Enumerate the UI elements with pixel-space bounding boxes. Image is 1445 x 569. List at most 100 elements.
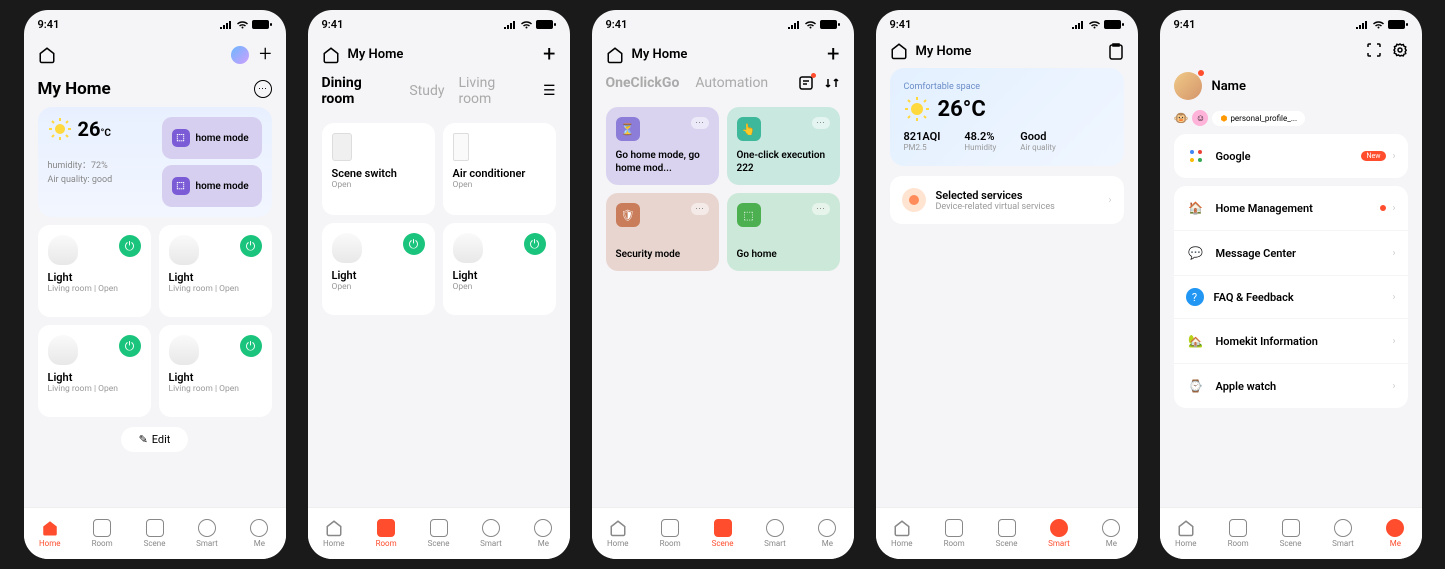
humidity-label: humidity： <box>48 161 91 171</box>
header-title: My Home <box>632 47 688 62</box>
me-icon <box>1386 519 1404 537</box>
temp-value: 26°C <box>938 97 986 122</box>
metric-label: PM2.5 <box>904 143 941 152</box>
power-button[interactable]: ⏻ <box>524 233 546 255</box>
power-button[interactable]: ⏻ <box>403 233 425 255</box>
tab-home[interactable]: Home <box>24 508 76 559</box>
device-card[interactable]: ⏻LightOpen <box>322 223 435 315</box>
device-card[interactable]: Scene switchOpen <box>322 123 435 215</box>
tab-scene[interactable]: Scene <box>980 508 1032 559</box>
scene-tab[interactable]: Automation <box>695 75 768 91</box>
tab-room[interactable]: Room <box>644 508 696 559</box>
device-card[interactable]: ⏻LightLiving room | Open <box>38 325 151 417</box>
new-badge: New <box>1361 151 1387 161</box>
log-icon[interactable] <box>798 75 814 91</box>
power-button[interactable]: ⏻ <box>240 235 262 257</box>
home-icon[interactable] <box>890 42 908 60</box>
light-icon <box>332 233 362 263</box>
scene-icon: 👆 <box>737 117 761 141</box>
scene-card[interactable]: ⬚⋯Go home <box>727 193 840 271</box>
tab-home[interactable]: Home <box>1160 508 1212 559</box>
tab-home[interactable]: Home <box>592 508 644 559</box>
clipboard-icon[interactable] <box>1108 42 1124 60</box>
tab-room[interactable]: Room <box>928 508 980 559</box>
add-icon[interactable]: + <box>259 42 271 67</box>
signal-icon <box>1071 20 1085 29</box>
emoji-icon[interactable]: 🐵 <box>1174 111 1189 125</box>
menu-icon[interactable]: ☰ <box>543 83 556 99</box>
google-card[interactable]: Google New› <box>1174 134 1408 178</box>
tab-smart[interactable]: Smart <box>465 508 517 559</box>
tab-smart[interactable]: Smart <box>181 508 233 559</box>
power-button[interactable]: ⏻ <box>240 335 262 357</box>
add-icon[interactable]: + <box>543 42 555 67</box>
temp-value: 26 <box>78 117 101 141</box>
tab-scene[interactable]: Scene <box>128 508 180 559</box>
scene-card[interactable]: 🛡⋯Security mode <box>606 193 719 271</box>
weather-card[interactable]: 26°C humidity：72% Air quality: good ⬚hom… <box>38 107 272 217</box>
device-name: Light <box>453 269 546 282</box>
tab-me[interactable]: Me <box>233 508 285 559</box>
device-card[interactable]: ⏻LightLiving room | Open <box>159 325 272 417</box>
tab-me[interactable]: Me <box>1369 508 1421 559</box>
scan-icon[interactable] <box>1366 42 1382 58</box>
tab-smart[interactable]: Smart <box>1033 508 1085 559</box>
power-button[interactable]: ⏻ <box>119 235 141 257</box>
scene-card[interactable]: ⏳⋯Go home mode, go home mod... <box>606 107 719 185</box>
status-time: 9:41 <box>1174 18 1196 31</box>
edit-button[interactable]: ✎Edit <box>121 427 189 452</box>
status-icons <box>1355 20 1408 29</box>
device-card[interactable]: ⏻LightOpen <box>443 223 556 315</box>
home-icon[interactable] <box>606 46 624 64</box>
assistant-icon[interactable] <box>231 46 249 64</box>
more-icon[interactable]: ⋯ <box>691 117 709 129</box>
user-section[interactable]: Name <box>1160 66 1422 110</box>
tab-smart[interactable]: Smart <box>1317 508 1369 559</box>
device-card[interactable]: ⏻LightLiving room | Open <box>159 225 272 317</box>
menu-item-faq[interactable]: ?FAQ & Feedback› <box>1174 275 1408 318</box>
tab-room[interactable]: Room <box>76 508 128 559</box>
status-icons <box>219 20 272 29</box>
service-card[interactable]: Selected services Device-related virtual… <box>890 176 1124 224</box>
tab-room[interactable]: Room <box>1212 508 1264 559</box>
tab-smart[interactable]: Smart <box>749 508 801 559</box>
home-icon[interactable] <box>322 46 340 64</box>
add-icon[interactable]: + <box>827 42 839 67</box>
mode-card-1[interactable]: ⬚home mode <box>162 117 262 159</box>
profile-chip[interactable]: ⬢personal_profile_... <box>1212 111 1305 126</box>
room-tab[interactable]: Study <box>409 83 444 99</box>
weather-card[interactable]: Comfortable space 26°C 821AQIPM2.5 48.2%… <box>890 68 1124 166</box>
scene-card[interactable]: 👆⋯One-click execution 222 <box>727 107 840 185</box>
tab-scene[interactable]: Scene <box>696 508 748 559</box>
more-icon[interactable]: ⋯ <box>812 203 830 215</box>
tab-home[interactable]: Home <box>876 508 928 559</box>
settings-icon[interactable] <box>1392 42 1408 58</box>
more-icon[interactable]: ⋯ <box>254 80 272 98</box>
more-icon[interactable]: ⋯ <box>691 203 709 215</box>
tab-me[interactable]: Me <box>517 508 569 559</box>
sort-icon[interactable] <box>824 75 840 91</box>
tab-home[interactable]: Home <box>308 508 360 559</box>
menu-item-homekit[interactable]: 🏡Homekit Information› <box>1174 318 1408 363</box>
tab-scene[interactable]: Scene <box>412 508 464 559</box>
power-button[interactable]: ⏻ <box>119 335 141 357</box>
smart-icon <box>198 519 216 537</box>
device-card[interactable]: ⏻LightLiving room | Open <box>38 225 151 317</box>
device-card[interactable]: Air conditionerOpen <box>443 123 556 215</box>
user-name: Name <box>1212 79 1246 94</box>
home-icon[interactable] <box>38 46 56 64</box>
scene-tab-active[interactable]: OneClickGo <box>606 75 680 91</box>
emoji-icon[interactable]: ☺ <box>1192 110 1208 126</box>
tab-me[interactable]: Me <box>801 508 853 559</box>
room-tab-active[interactable]: Dining room <box>322 75 396 107</box>
tab-scene[interactable]: Scene <box>1264 508 1316 559</box>
menu-item-home-management[interactable]: 🏠Home Management› <box>1174 186 1408 230</box>
tab-me[interactable]: Me <box>1085 508 1137 559</box>
mode-card-2[interactable]: ⬚home mode <box>162 165 262 207</box>
room-tab[interactable]: Living room <box>458 75 528 107</box>
menu-item-apple-watch[interactable]: ⌚Apple watch› <box>1174 363 1408 408</box>
tab-room[interactable]: Room <box>360 508 412 559</box>
more-icon[interactable]: ⋯ <box>812 117 830 129</box>
menu-item-message-center[interactable]: 💬Message Center› <box>1174 230 1408 275</box>
light-icon <box>48 335 78 365</box>
